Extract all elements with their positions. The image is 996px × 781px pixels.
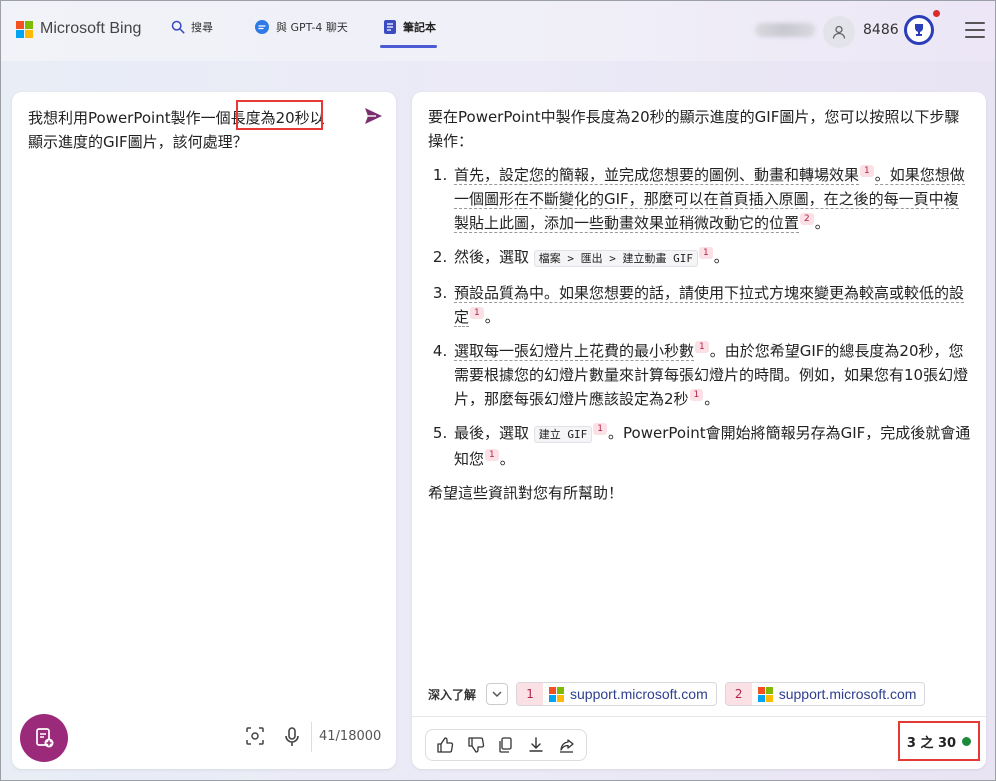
step-text: 然後，選取 (454, 248, 530, 266)
user-avatar[interactable] (823, 16, 855, 48)
citation-link[interactable]: 1 (699, 247, 713, 259)
punctuation: 。 (814, 214, 830, 232)
step-item: 選取每一張幻燈片上花費的最小秒數1。由於您希望GIF的總長度為20秒，您需要根據… (452, 339, 973, 411)
source-domain: support.microsoft.com (570, 686, 708, 702)
source-domain: support.microsoft.com (778, 686, 917, 702)
send-button[interactable] (362, 105, 386, 129)
nav-notebook-label: 筆記本 (403, 21, 436, 34)
download-button[interactable] (525, 734, 547, 756)
microsoft-logo-icon (757, 686, 773, 702)
microsoft-logo-icon (549, 686, 565, 702)
menu-path-code: 檔案 > 匯出 > 建立動畫 GIF (533, 250, 699, 267)
top-bar: Microsoft Bing 搜尋 與 GPT-4 聊天 筆記本 8486 (1, 1, 995, 61)
citation-link[interactable]: 1 (695, 341, 709, 353)
input-divider (311, 722, 312, 752)
new-note-icon (36, 728, 54, 748)
brand-name: Microsoft Bing (40, 20, 142, 37)
menu-icon[interactable] (965, 22, 985, 38)
step-item: 然後，選取 檔案 > 匯出 > 建立動畫 GIF1。 (452, 245, 973, 271)
visual-search-button[interactable] (245, 726, 267, 748)
rewards-points[interactable]: 8486 (863, 22, 899, 38)
scan-icon (246, 727, 264, 745)
annotation-highlight (236, 100, 323, 130)
nav-notebook[interactable]: 筆記本 (383, 19, 436, 35)
punctuation: 。 (704, 390, 720, 408)
notification-dot (933, 10, 940, 17)
step-item: 首先，設定您的簡報，並完成您想要的圖例、動畫和轉場效果1。如果您想做一個圖形在不… (452, 163, 973, 235)
step-item: 預設品質為中。如果您想要的話，請使用下拉式方塊來變更為較高或較低的設定1。 (452, 281, 973, 329)
citation-link[interactable]: 2 (800, 213, 814, 225)
citation-link[interactable]: 1 (485, 449, 499, 461)
nav-search[interactable]: 搜尋 (171, 19, 213, 35)
response-content: 要在PowerPoint中製作長度為20秒的顯示進度的GIF圖片，您可以按照以下… (428, 105, 973, 505)
turn-count-text: 3 之 30 (906, 735, 957, 751)
learn-more-toggle[interactable] (486, 683, 509, 705)
microphone-button[interactable] (282, 726, 304, 748)
notebook-icon (384, 20, 396, 34)
steps-list: 首先，設定您的簡報，並完成您想要的圖例、動畫和轉場效果1。如果您想做一個圖形在不… (428, 163, 973, 471)
learn-more-bar: 深入了解 1 support.microsoft.com 2 support.m… (428, 682, 926, 706)
brand-logo[interactable]: Microsoft Bing (16, 20, 141, 38)
chevron-down-icon (492, 691, 502, 698)
response-intro: 要在PowerPoint中製作長度為20秒的顯示進度的GIF圖片，您可以按照以下… (428, 108, 960, 150)
citation-link[interactable]: 1 (470, 307, 484, 319)
source-link[interactable]: 1 support.microsoft.com (516, 682, 717, 706)
rewards-button[interactable] (904, 15, 934, 45)
character-counter: 41/18000 (319, 729, 382, 744)
turn-counter: 3 之 30 (898, 721, 980, 761)
mic-icon (285, 727, 299, 746)
response-actions (425, 729, 587, 761)
source-number: 2 (725, 683, 752, 705)
user-icon (832, 25, 846, 39)
dislike-button[interactable] (465, 734, 487, 756)
citation-link[interactable]: 1 (593, 423, 608, 435)
punctuation: 。 (484, 308, 500, 326)
nav-chat-label: 與 GPT-4 聊天 (276, 21, 348, 34)
copy-button[interactable] (495, 734, 517, 756)
thumbs-down-icon (467, 737, 484, 753)
share-button[interactable] (556, 734, 578, 756)
like-button[interactable] (434, 734, 456, 756)
punctuation: 。 (499, 450, 515, 468)
copy-icon (499, 737, 512, 753)
nav-search-label: 搜尋 (191, 21, 213, 34)
share-icon (559, 739, 574, 753)
nav-chat[interactable]: 與 GPT-4 聊天 (254, 19, 348, 35)
response-closing: 希望這些資訊對您有所幫助！ (428, 484, 624, 502)
download-icon (529, 737, 544, 752)
footer-divider (412, 716, 986, 717)
step-text: 首先，設定您的簡報，並完成您想要的圖例、動畫和轉場效果 (454, 166, 860, 185)
menu-path-code: 建立 GIF (533, 426, 593, 443)
chat-icon (255, 20, 269, 34)
prompt-panel: 我想利用PowerPoint製作一個長度為20秒以 顯示進度的GIF圖片，該何處… (12, 92, 396, 769)
step-text: 預設品質為中。如果您想要的話，請使用下拉式方塊來變更為較高或較低的設定 (454, 284, 965, 327)
citation-link[interactable]: 1 (689, 389, 704, 401)
punctuation: 。 (713, 248, 729, 266)
new-note-button[interactable] (20, 714, 68, 762)
search-icon (171, 20, 185, 34)
learn-more-label: 深入了解 (428, 687, 477, 702)
step-item: 最後，選取 建立 GIF1。PowerPoint會開始將簡報另存為GIF，完成後… (452, 421, 973, 471)
response-panel: 要在PowerPoint中製作長度為20秒的顯示進度的GIF圖片，您可以按照以下… (412, 92, 986, 769)
step-text: 。PowerPoint會開始將簡報另存為GIF，完成後就會通知您 (454, 424, 971, 468)
step-text: 最後，選取 (454, 424, 530, 442)
source-number: 1 (517, 683, 544, 705)
user-name-redacted (755, 23, 815, 37)
trophy-icon (915, 24, 923, 36)
source-link[interactable]: 2 support.microsoft.com (724, 682, 926, 706)
active-tab-indicator (380, 45, 437, 48)
thumbs-up-icon (437, 737, 454, 753)
status-indicator (962, 736, 972, 746)
citation-link[interactable]: 1 (860, 165, 874, 177)
send-icon (365, 108, 382, 124)
step-text: 選取每一張幻燈片上花費的最小秒數 (454, 342, 695, 361)
microsoft-logo-icon (16, 20, 33, 38)
